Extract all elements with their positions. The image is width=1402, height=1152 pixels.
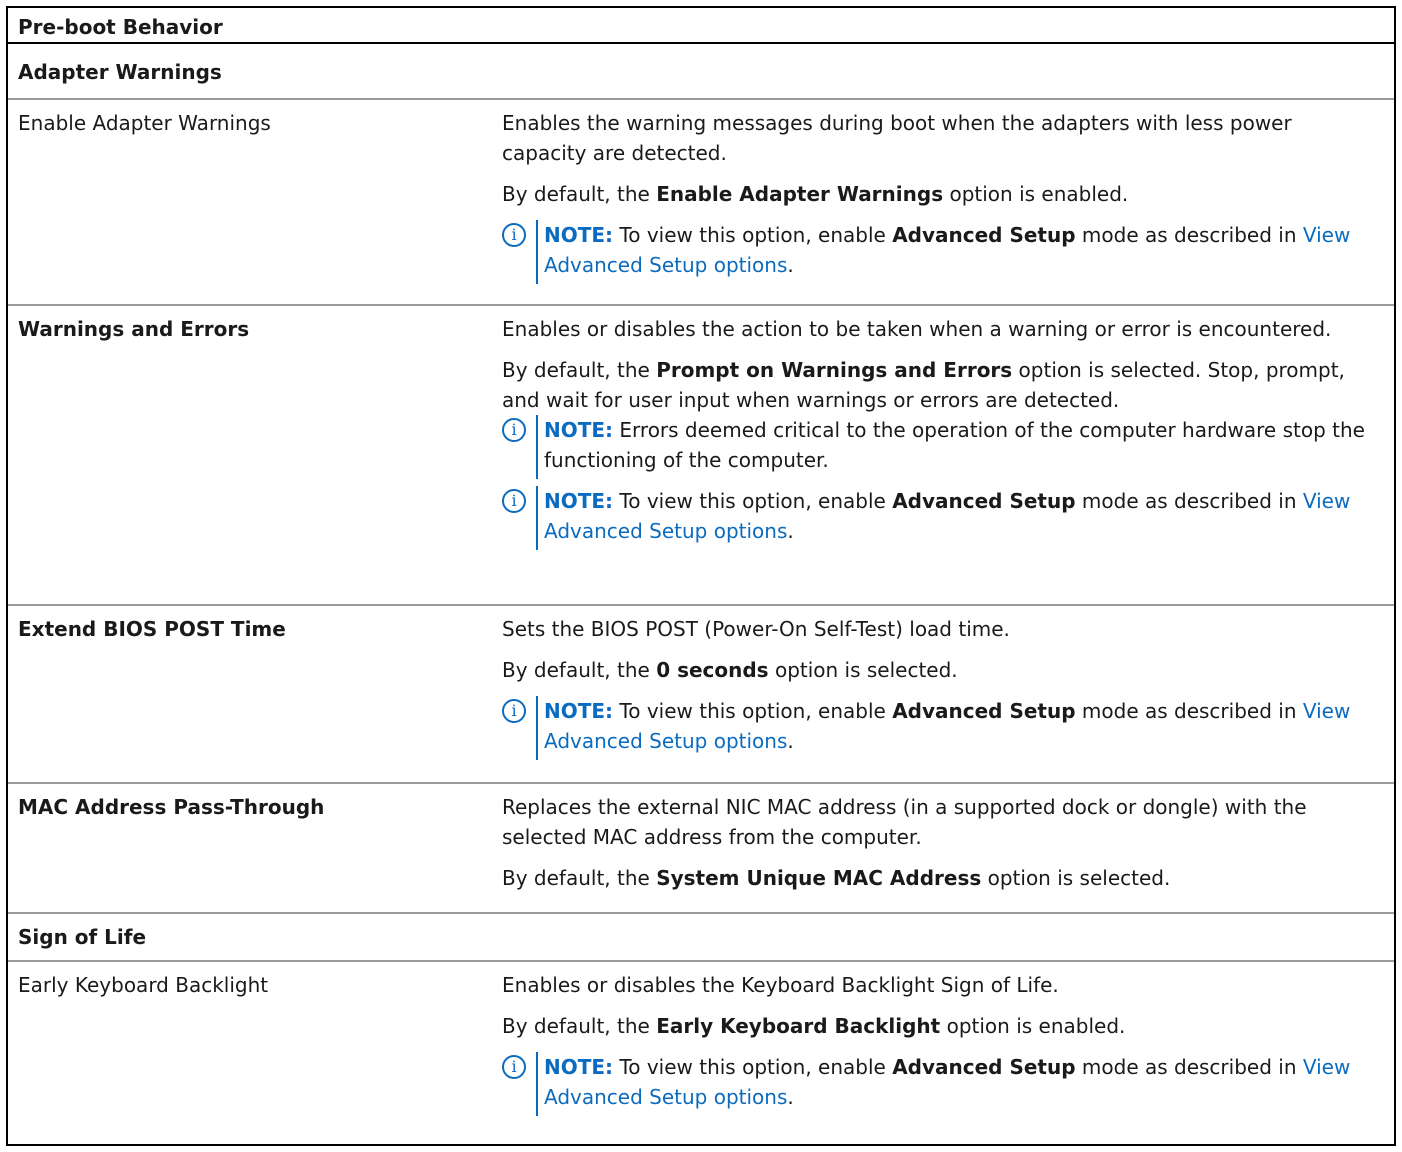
table-header-row: Pre-boot Behavior <box>8 8 1394 44</box>
info-icon: i <box>502 418 526 442</box>
setting-name: Enable Adapter Warnings <box>18 111 271 135</box>
setting-description: Enables or disables the Keyboard Backlig… <box>502 970 1372 1116</box>
setting-name: Extend BIOS POST Time <box>18 617 286 641</box>
note: i NOTE: To view this option, enable Adva… <box>502 486 1372 550</box>
setting-name: MAC Address Pass-Through <box>18 795 325 819</box>
description-text: Enables or disables the Keyboard Backlig… <box>502 973 1059 997</box>
default-text: By default, the System Unique MAC Addres… <box>502 866 1171 890</box>
default-text: By default, the Prompt on Warnings and E… <box>502 358 1345 412</box>
table-row: Warnings and Errors Enables or disables … <box>8 306 1394 606</box>
section-row-adapter-warnings: Adapter Warnings <box>8 44 1394 100</box>
table-row: MAC Address Pass-Through Replaces the ex… <box>8 784 1394 914</box>
setting-name: Early Keyboard Backlight <box>18 973 269 997</box>
table-row: Enable Adapter Warnings Enables the warn… <box>8 100 1394 306</box>
setting-description: Enables or disables the action to be tak… <box>502 314 1372 550</box>
setting-description: Replaces the external NIC MAC address (i… <box>502 792 1382 893</box>
note: i NOTE: To view this option, enable Adva… <box>502 1052 1372 1116</box>
setting-description: Sets the BIOS POST (Power-On Self-Test) … <box>502 614 1372 760</box>
setting-description: Enables the warning messages during boot… <box>502 108 1372 284</box>
default-text: By default, the 0 seconds option is sele… <box>502 658 958 682</box>
info-icon: i <box>502 699 526 723</box>
setting-name: Warnings and Errors <box>18 317 250 341</box>
info-icon: i <box>502 223 526 247</box>
note: i NOTE: Errors deemed critical to the op… <box>502 415 1372 479</box>
section-row-sign-of-life: Sign of Life <box>8 914 1394 962</box>
description-text: Enables the warning messages during boot… <box>502 111 1292 165</box>
description-text: Sets the BIOS POST (Power-On Self-Test) … <box>502 617 1010 641</box>
note: i NOTE: To view this option, enable Adva… <box>502 696 1372 760</box>
note-label: NOTE: <box>544 418 614 442</box>
table-row: Early Keyboard Backlight Enables or disa… <box>8 962 1394 1152</box>
section-heading: Adapter Warnings <box>18 60 222 84</box>
default-text: By default, the Early Keyboard Backlight… <box>502 1014 1126 1038</box>
note-label: NOTE: <box>544 489 614 513</box>
note-label: NOTE: <box>544 223 614 247</box>
default-text: By default, the Enable Adapter Warnings … <box>502 182 1129 206</box>
table-title: Pre-boot Behavior <box>18 15 223 39</box>
settings-table: Pre-boot Behavior Adapter Warnings Enabl… <box>6 6 1396 1146</box>
note: i NOTE: To view this option, enable Adva… <box>502 220 1372 284</box>
note-label: NOTE: <box>544 699 614 723</box>
section-heading: Sign of Life <box>18 925 147 949</box>
table-row: Extend BIOS POST Time Sets the BIOS POST… <box>8 606 1394 784</box>
info-icon: i <box>502 1055 526 1079</box>
note-label: NOTE: <box>544 1055 614 1079</box>
description-text: Replaces the external NIC MAC address (i… <box>502 795 1307 849</box>
description-text: Enables or disables the action to be tak… <box>502 317 1332 341</box>
info-icon: i <box>502 489 526 513</box>
